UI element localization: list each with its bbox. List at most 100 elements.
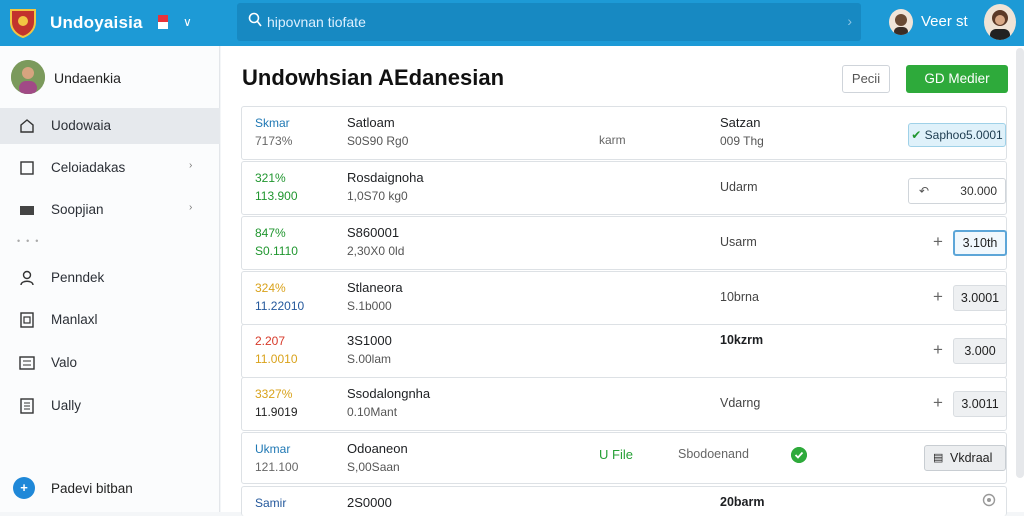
- plus-icon[interactable]: +: [933, 287, 943, 307]
- avatar: [11, 60, 45, 94]
- row-title: Rosdaignoha: [347, 170, 424, 185]
- row-subtitle: 1,0S70 kg0: [347, 189, 408, 203]
- plus-icon[interactable]: +: [933, 393, 943, 413]
- row-value-chip[interactable]: 3.000: [953, 338, 1007, 364]
- row-action-button[interactable]: ▤ Vkdraal: [924, 445, 1006, 471]
- search-icon: [248, 12, 262, 27]
- sidebar-item-valo[interactable]: Valo: [0, 345, 220, 381]
- row-label: Ukmar: [255, 442, 291, 456]
- table-row[interactable]: 847% S0.1110 S860001 2,30X0 0ld Usarm + …: [241, 216, 1007, 270]
- row-value-chip[interactable]: 3.0011: [953, 391, 1007, 417]
- row-value: 11.9019: [255, 405, 298, 419]
- printer-icon: ▤: [933, 452, 944, 464]
- plus-circle-icon: +: [13, 477, 35, 499]
- row-value: S0.1110: [255, 244, 298, 258]
- table-row[interactable]: 3327% 11.9019 Ssodalongnha 0.10Mant Vdar…: [241, 377, 1007, 431]
- sidebar-item-label: Penndek: [51, 270, 105, 285]
- sidebar: Undaenkia Uodowaia Celoiadakas › Soopjia…: [0, 46, 220, 512]
- scrollbar[interactable]: [1016, 48, 1024, 478]
- gear-icon[interactable]: [982, 493, 996, 507]
- row-value: 11.0010: [255, 352, 298, 366]
- row-action-label: Vkdraal: [950, 451, 993, 465]
- user-name[interactable]: Veer st: [921, 13, 968, 30]
- sidebar-item-label: Celoiadakas: [51, 160, 126, 175]
- main-content: Undowhsian AEdanesian Pecii GD Medier Sk…: [221, 46, 1024, 516]
- sidebar-item-label: Valo: [51, 355, 78, 370]
- row-action-label: Saphoo5.0001: [924, 128, 1003, 142]
- sidebar-item-penndek[interactable]: Penndek: [0, 260, 220, 296]
- sidebar-item-soopjian[interactable]: Soopjian ›: [0, 192, 220, 228]
- sidebar-item-label: Uodowaia: [51, 118, 112, 133]
- sidebar-footer-label: Padevi bitban: [51, 481, 133, 496]
- row-percent: 324%: [255, 281, 286, 295]
- row-unit: Udarm: [720, 180, 758, 194]
- row-value: 121.100: [255, 460, 299, 474]
- profile-avatar[interactable]: [984, 4, 1016, 40]
- row-title: 3S1000: [347, 333, 392, 348]
- table-row[interactable]: Ukmar 121.100 Odoaneon S,00Saan U File S…: [241, 432, 1007, 484]
- row-title: Stlaneora: [347, 280, 403, 295]
- row-value-chip[interactable]: 3.0001: [953, 285, 1007, 311]
- profile-name: Undaenkia: [54, 70, 121, 86]
- row-subtitle: S.1b000: [347, 299, 392, 313]
- row-title: S860001: [347, 225, 400, 240]
- row-subtitle: S.00lam: [347, 352, 392, 366]
- row-percent: 321%: [255, 171, 286, 185]
- row-title: 2S0000: [347, 495, 392, 510]
- avatar[interactable]: [889, 9, 913, 35]
- table-row[interactable]: 321% 113.900 Rosdaignoha 1,0S70 kg0 Udar…: [241, 161, 1007, 215]
- table-row[interactable]: 324% 11.22010 Stlaneora S.1b000 10brna +…: [241, 271, 1007, 325]
- row-label: Skmar: [255, 116, 290, 130]
- table-row[interactable]: 2.207 11.0010 3S1000 S.00lam 10kzrm + 3.…: [241, 324, 1007, 378]
- sidebar-item-celoiadakas[interactable]: Celoiadakas ›: [0, 150, 220, 186]
- shield-logo-icon[interactable]: [9, 8, 37, 38]
- user-icon: [20, 270, 34, 286]
- top-bar: Undoyaisia ∨ hipovnan tiofate › Veer st: [0, 0, 1024, 46]
- file-link[interactable]: U File: [599, 447, 633, 462]
- row-subtitle: S,00Saan: [347, 460, 400, 474]
- sidebar-item-home[interactable]: Uodowaia: [0, 108, 220, 144]
- search-bar[interactable]: hipovnan tiofate ›: [237, 3, 861, 41]
- sidebar-item-manlaxl[interactable]: Manlaxl: [0, 302, 220, 338]
- divider-dots: •••: [17, 236, 45, 246]
- bookmark-icon: [20, 161, 34, 175]
- notes-icon: [20, 398, 34, 414]
- sidebar-profile[interactable]: Undaenkia: [0, 56, 220, 98]
- chevron-down-icon[interactable]: ∨: [183, 15, 192, 29]
- search-input[interactable]: hipovnan tiofate: [267, 14, 366, 30]
- row-action-button[interactable]: ✔ Saphoo5.0001: [908, 123, 1006, 147]
- row-label: Samir: [255, 496, 287, 510]
- row-subtitle: 0.10Mant: [347, 405, 398, 419]
- folder-icon: [20, 206, 34, 215]
- row-action-button[interactable]: ↶ 30.000: [908, 178, 1006, 204]
- plus-icon[interactable]: +: [933, 340, 943, 360]
- row-status: Sbodoenand: [678, 447, 749, 461]
- row-percent: 7173%: [255, 134, 293, 148]
- row-percent: 2.207: [255, 334, 286, 348]
- row-value: 11.22010: [255, 299, 305, 313]
- row-unit: 10brna: [720, 290, 759, 304]
- row-percent: 847%: [255, 226, 286, 240]
- plus-icon[interactable]: +: [933, 232, 943, 252]
- row-unit: Vdarng: [720, 396, 761, 410]
- sidebar-item-ually[interactable]: Ually: [0, 388, 220, 424]
- row-unit: 10kzrm: [720, 333, 764, 347]
- row-action-label: 30.000: [960, 184, 997, 198]
- chevron-right-icon[interactable]: ›: [847, 13, 852, 29]
- row-value-chip[interactable]: 3.10th: [953, 230, 1007, 256]
- document-icon: [20, 312, 34, 328]
- primary-button[interactable]: GD Medier: [906, 65, 1008, 93]
- row-unit: Usarm: [720, 235, 757, 249]
- flag-icon: [158, 15, 168, 29]
- home-icon: [20, 119, 34, 133]
- row-title: Ssodalongnha: [347, 386, 431, 401]
- table-row[interactable]: Skmar 7173% Satloam S0S90 Rg0 karm Satza…: [241, 106, 1007, 160]
- sidebar-footer-action[interactable]: + Padevi bitban: [0, 474, 220, 504]
- check-circle-icon: [791, 447, 807, 463]
- row-subtitle: 2,30X0 0ld: [347, 244, 405, 258]
- sidebar-item-label: Ually: [51, 398, 82, 413]
- secondary-button[interactable]: Pecii: [842, 65, 890, 93]
- row-unit: karm: [599, 133, 626, 147]
- row-value: 113.900: [255, 189, 298, 203]
- chevron-right-icon: ›: [189, 202, 193, 213]
